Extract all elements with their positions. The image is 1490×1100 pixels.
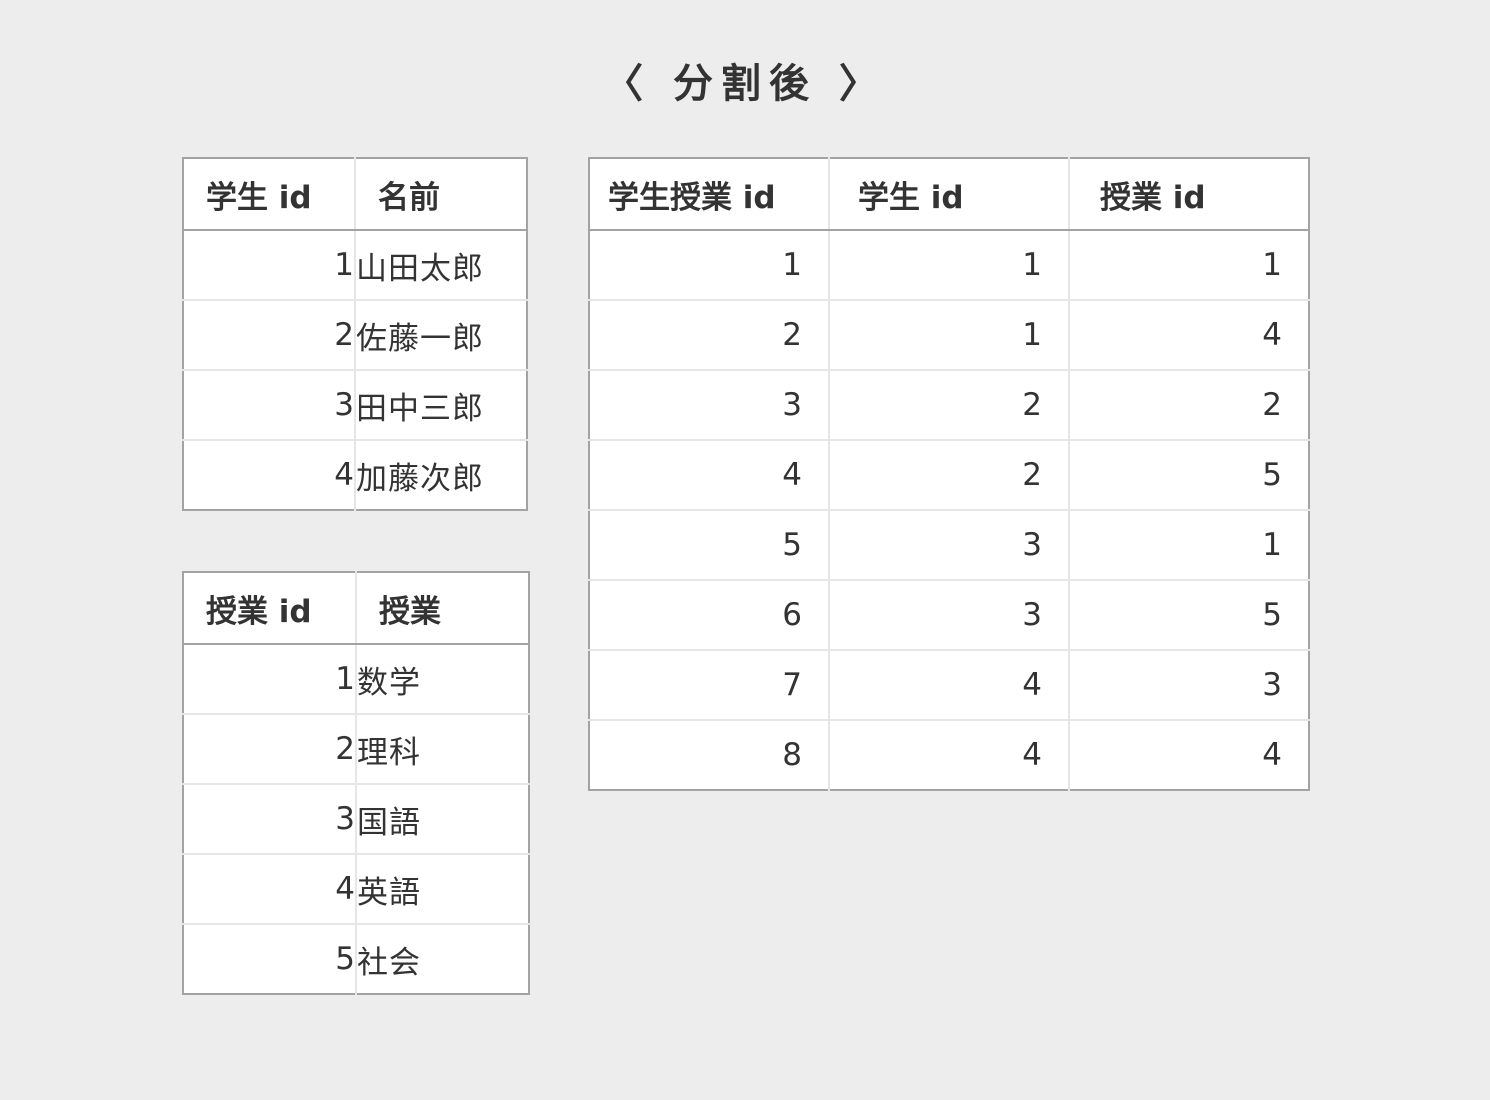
table-header-row: 学生授業 id 学生 id 授業 id xyxy=(589,158,1309,231)
courses-table: 授業 id 授業 1 数学 2 理科 3 国語 4 英語 5 社会 xyxy=(182,571,530,995)
cell-course-name: 国語 xyxy=(355,783,529,854)
cell-student-id: 2 xyxy=(183,299,355,370)
cell-enrollment-id: 5 xyxy=(589,509,829,580)
cell-course-id: 5 xyxy=(1068,439,1309,510)
cell-enrollment-id: 1 xyxy=(782,247,802,283)
table-row: 1 数学 xyxy=(183,644,529,714)
table-row: 7 4 3 xyxy=(589,649,1309,720)
cell-course-id: 5 xyxy=(1068,579,1309,650)
table-row: 6 3 5 xyxy=(589,579,1309,650)
cell-course-id: 4 xyxy=(183,853,356,924)
column-header-enrollment-id: 学生授業 id xyxy=(589,158,829,231)
table-row: 5 3 1 xyxy=(589,509,1309,580)
column-header-student-id: 学生 id xyxy=(183,158,355,231)
cell-course-id: 5 xyxy=(183,923,356,994)
table-row: 4 加藤次郎 xyxy=(183,439,527,510)
table-row: 2 1 4 xyxy=(589,299,1309,370)
enrollments-table: 学生授業 id 学生 id 授業 id 1 1 1 2 1 4 3 2 2 4 … xyxy=(588,157,1310,791)
cell-course-id: 1 xyxy=(1068,230,1309,300)
table-row: 2 佐藤一郎 xyxy=(183,299,527,370)
table-row: 5 社会 xyxy=(183,923,529,994)
cell-student-id: 3 xyxy=(183,369,355,440)
table-row: 1 1 1 xyxy=(589,230,1309,300)
table-header-row: 学生 id 名前 xyxy=(183,158,527,231)
cell-course-name: 社会 xyxy=(355,923,529,994)
cell-student-id: 1 xyxy=(828,299,1069,370)
cell-course-id: 3 xyxy=(183,783,356,854)
students-table: 学生 id 名前 1 山田太郎 2 佐藤一郎 3 田中三郎 4 加藤次郎 xyxy=(182,157,528,511)
cell-student-id: 3 xyxy=(828,579,1069,650)
table-row: 8 4 4 xyxy=(589,719,1309,790)
cell-enrollment-id: 3 xyxy=(589,369,829,440)
column-header-student-id: 学生 id xyxy=(828,158,1069,231)
cell-student-id: 3 xyxy=(828,509,1069,580)
cell-enrollment-id: 2 xyxy=(589,299,829,370)
cell-student-id: 2 xyxy=(828,439,1069,510)
cell-student-name: 加藤次郎 xyxy=(354,439,527,510)
column-header-course-id: 授業 id xyxy=(1068,158,1309,231)
cell-student-id: 2 xyxy=(828,369,1069,440)
cell-student-id: 4 xyxy=(828,719,1069,790)
table-row: 4 2 5 xyxy=(589,439,1309,510)
table-row: 3 田中三郎 xyxy=(183,369,527,440)
cell-enrollment-id: 6 xyxy=(589,579,829,650)
cell-student-name: 佐藤一郎 xyxy=(354,299,527,370)
cell-student-name: 田中三郎 xyxy=(354,369,527,440)
cell-student-id: 1 xyxy=(828,230,1069,300)
cell-enrollment-id: 7 xyxy=(589,649,829,720)
cell-student-id: 1 xyxy=(334,247,354,283)
cell-course-id: 1 xyxy=(335,661,355,697)
cell-enrollment-id: 8 xyxy=(589,719,829,790)
cell-student-id: 4 xyxy=(183,439,355,510)
table-row: 4 英語 xyxy=(183,853,529,924)
page-title: 〈 分割後 〉 xyxy=(603,61,887,107)
cell-enrollment-id: 4 xyxy=(589,439,829,510)
cell-course-name: 英語 xyxy=(355,853,529,924)
table-row: 3 国語 xyxy=(183,783,529,854)
cell-course-id: 1 xyxy=(1068,509,1309,580)
cell-course-id: 3 xyxy=(1068,649,1309,720)
cell-student-name: 山田太郎 xyxy=(354,230,527,300)
table-row: 3 2 2 xyxy=(589,369,1309,440)
column-header-course: 授業 xyxy=(355,572,529,645)
table-row: 1 山田太郎 xyxy=(183,230,527,300)
column-header-course-id: 授業 id xyxy=(183,572,356,645)
cell-course-id: 2 xyxy=(183,713,356,784)
cell-course-id: 4 xyxy=(1068,719,1309,790)
table-header-row: 授業 id 授業 xyxy=(183,572,529,645)
table-row: 2 理科 xyxy=(183,713,529,784)
cell-course-id: 2 xyxy=(1068,369,1309,440)
cell-course-id: 4 xyxy=(1068,299,1309,370)
cell-student-id: 4 xyxy=(828,649,1069,720)
column-header-name: 名前 xyxy=(354,158,527,231)
cell-course-name: 理科 xyxy=(355,713,529,784)
cell-course-name: 数学 xyxy=(355,644,529,714)
